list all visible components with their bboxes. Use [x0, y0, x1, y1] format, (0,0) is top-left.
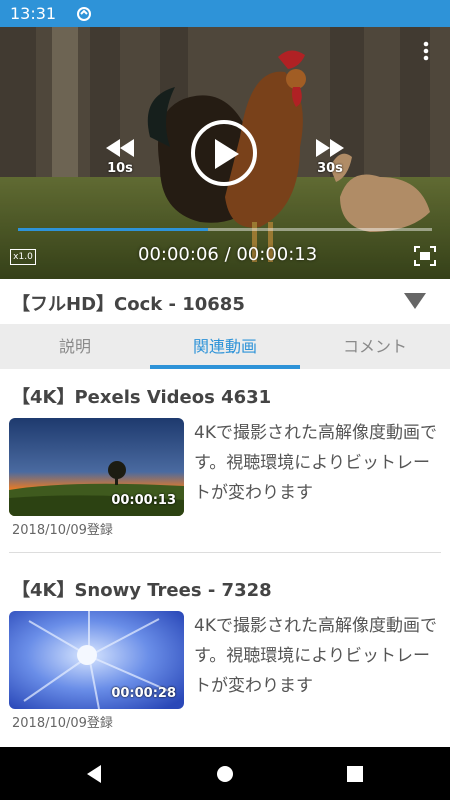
related-video-thumbnail[interactable]: 00:00:28 [9, 611, 184, 709]
video-player[interactable]: 10s 30s x1.0 00:00:06 / 00:00:13 [0, 27, 450, 279]
recents-icon[interactable] [343, 762, 367, 786]
active-tab-indicator [150, 365, 300, 369]
play-button[interactable] [191, 120, 257, 186]
related-video-date: 2018/10/09登録 [12, 523, 113, 538]
play-icon [215, 139, 239, 169]
sync-icon [76, 6, 92, 22]
tab-related-videos-label: 関連動画 [192, 337, 257, 356]
forward-30s-button[interactable]: 30s [310, 137, 350, 177]
related-video-description: 4Kで撮影された高解像度動画です。視聴環境によりビットレートが変わります [194, 616, 437, 696]
status-bar: 13:31 [0, 0, 450, 27]
triangle-down-icon [404, 293, 426, 309]
collapse-toggle-button[interactable] [402, 291, 428, 311]
tab-bar: 説明 関連動画 コメント [0, 324, 450, 369]
tab-description-label: 説明 [58, 337, 91, 356]
system-nav-bar [0, 747, 450, 800]
tab-comments-label: コメント [342, 337, 407, 356]
progress-fill [18, 228, 209, 231]
playback-speed-button[interactable]: x1.0 [10, 249, 36, 265]
related-video-description: 4Kで撮影された高解像度動画です。視聴環境によりビットレートが変わります [194, 423, 437, 503]
related-video-title: 【4K】Pexels Videos 4631 [12, 387, 272, 408]
forward-label: 30s [317, 161, 343, 176]
video-duration: 00:00:13 [111, 493, 176, 508]
video-title: 【フルHD】Cock - 10685 [12, 294, 245, 315]
fullscreen-icon[interactable] [414, 246, 436, 266]
tab-related-videos[interactable]: 関連動画 [150, 324, 300, 369]
related-video-date: 2018/10/09登録 [12, 716, 113, 731]
back-icon[interactable] [83, 762, 107, 786]
related-video-title: 【4K】Snowy Trees - 7328 [12, 580, 272, 601]
tab-comments[interactable]: コメント [300, 324, 450, 369]
home-icon[interactable] [213, 762, 237, 786]
time-display: 00:00:06 / 00:00:13 [138, 244, 318, 265]
rewind-icon [106, 139, 134, 157]
more-options-icon[interactable] [416, 39, 436, 63]
video-title-row: 【フルHD】Cock - 10685 [0, 279, 450, 324]
rewind-label: 10s [107, 161, 133, 176]
related-video-item[interactable]: 【4K】Snowy Trees - 7328 00:00:28 4Kで撮影された… [0, 576, 450, 736]
rewind-10s-button[interactable]: 10s [100, 137, 140, 177]
related-video-item[interactable]: 【4K】Pexels Videos 4631 00:00:13 4Kで撮影された… [0, 383, 450, 543]
fast-forward-icon [316, 139, 344, 157]
list-divider [9, 552, 441, 553]
video-duration: 00:00:28 [111, 686, 176, 701]
related-video-thumbnail[interactable]: 00:00:13 [9, 418, 184, 516]
progress-bar[interactable] [18, 228, 432, 231]
tab-description[interactable]: 説明 [0, 324, 150, 369]
status-time: 13:31 [10, 4, 57, 23]
